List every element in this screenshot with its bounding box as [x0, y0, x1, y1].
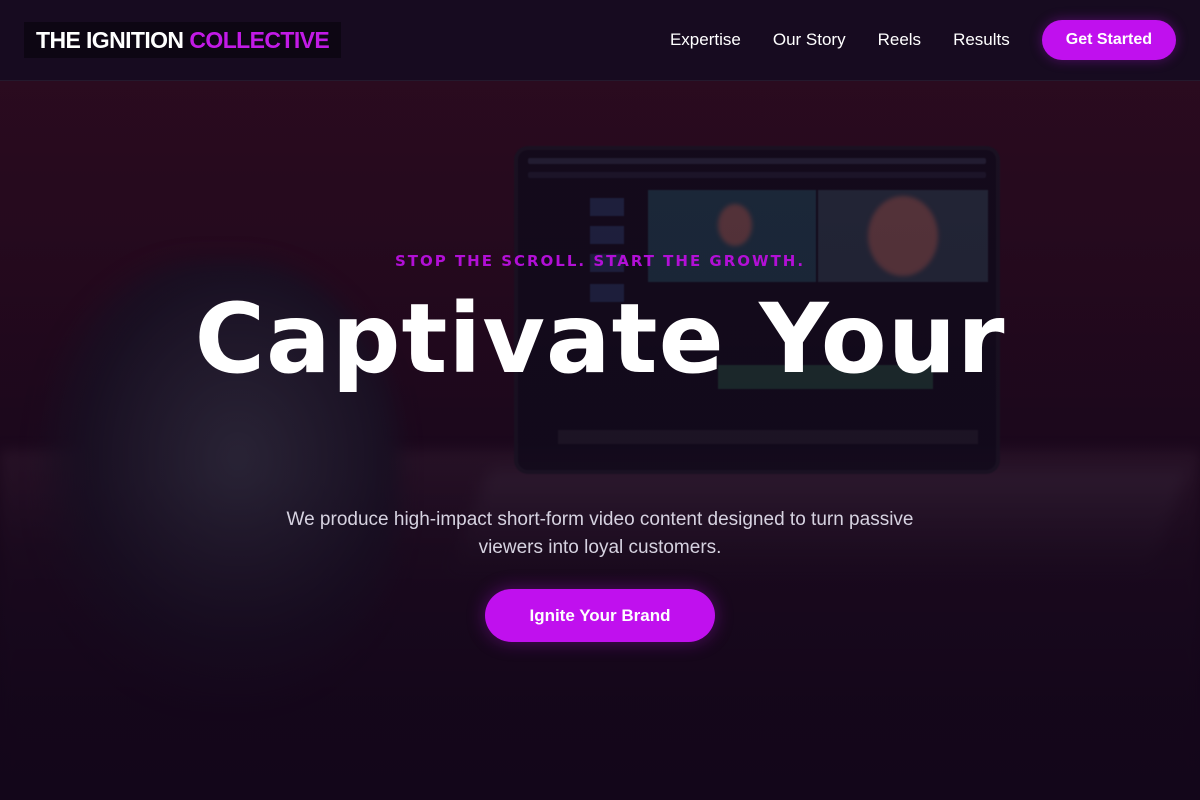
hero-eyebrow: STOP THE SCROLL. START THE GROWTH. — [394, 252, 806, 270]
hero-headline: Captivate Your — [194, 283, 1006, 395]
ignite-brand-button[interactable]: Ignite Your Brand — [485, 589, 715, 642]
main-nav: Expertise Our Story Reels Results Get St… — [670, 20, 1176, 60]
hero-subtitle: We produce high-impact short-form video … — [286, 509, 914, 558]
brand-logo[interactable]: THE IGNITION COLLECTIVE — [24, 22, 342, 58]
get-started-button[interactable]: Get Started — [1041, 20, 1176, 60]
brand-name-accent: COLLECTIVE — [189, 26, 330, 53]
hero-section: STOP THE SCROLL. START THE GROWTH. Capti… — [0, 80, 1200, 800]
brand-name-primary: THE IGNITION — [36, 26, 184, 53]
nav-link-reels[interactable]: Reels — [878, 30, 921, 50]
landing-page: THE IGNITION COLLECTIVE Expertise Our St… — [0, 0, 1200, 800]
nav-link-our-story[interactable]: Our Story — [773, 30, 846, 50]
site-header: THE IGNITION COLLECTIVE Expertise Our St… — [0, 0, 1200, 81]
nav-link-results[interactable]: Results — [953, 30, 1010, 50]
nav-link-expertise[interactable]: Expertise — [670, 30, 741, 50]
